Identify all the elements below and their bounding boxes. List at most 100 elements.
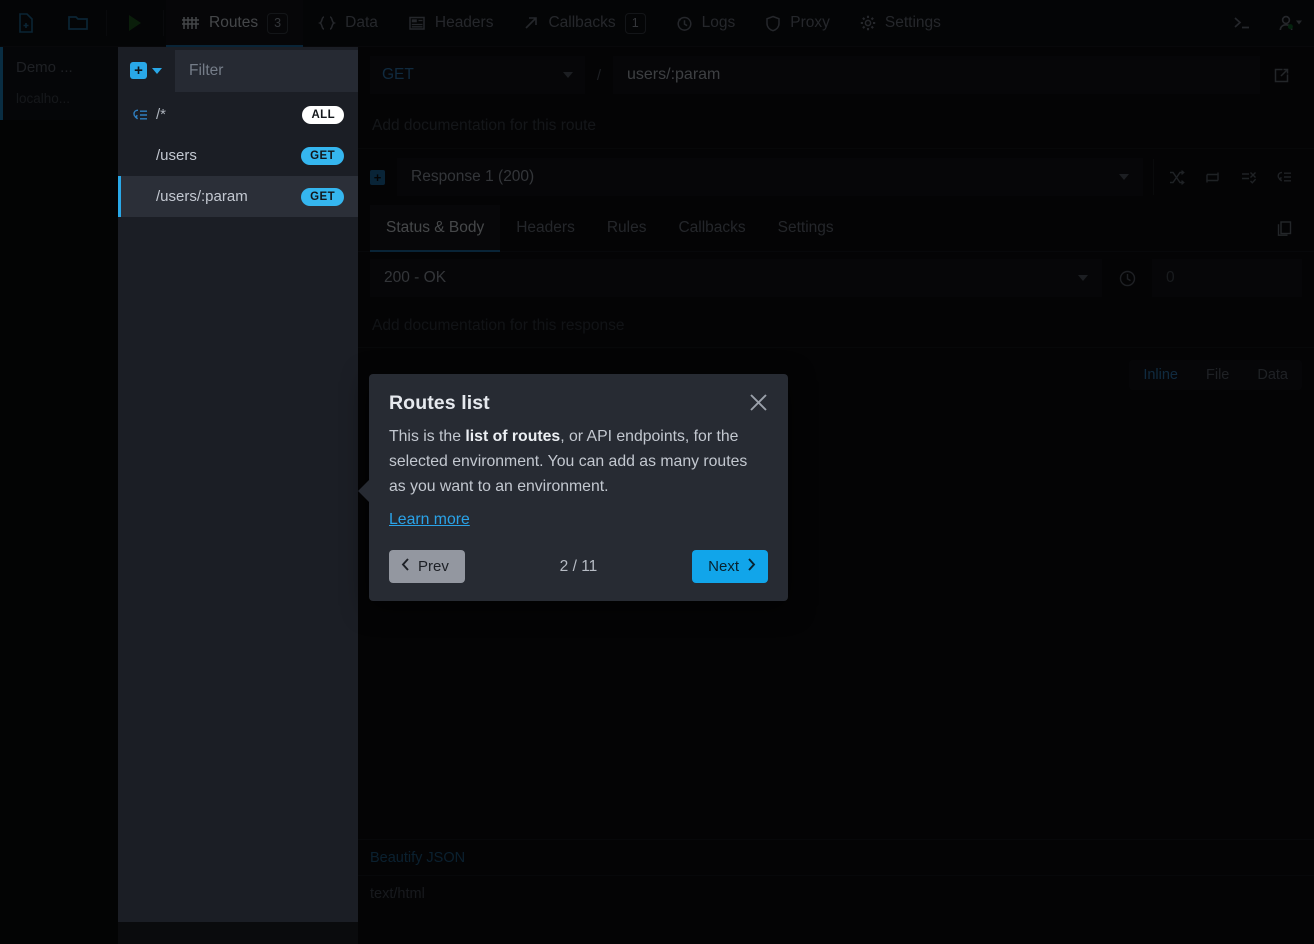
subtab-label: Callbacks bbox=[678, 219, 745, 237]
route-documentation-input[interactable]: Add documentation for this route bbox=[358, 103, 1314, 149]
subtab-status-body[interactable]: Status & Body bbox=[370, 205, 500, 252]
route-method-badge: GET bbox=[301, 188, 344, 206]
response-tools bbox=[1153, 159, 1302, 195]
tab-logs[interactable]: Logs bbox=[661, 0, 751, 47]
tour-title: Routes list bbox=[389, 392, 768, 415]
subtab-settings[interactable]: Settings bbox=[762, 205, 850, 252]
settings-icon bbox=[860, 15, 876, 31]
beautify-json-button[interactable]: Beautify JSON bbox=[358, 839, 1314, 875]
route-item-wildcard[interactable]: /* ALL bbox=[118, 94, 358, 135]
routes-filter-input[interactable]: Filter bbox=[175, 50, 358, 92]
route-method-badge: GET bbox=[301, 147, 344, 165]
route-item-label: /* bbox=[156, 106, 302, 123]
chevron-right-icon bbox=[747, 558, 756, 575]
tour-body: This is the list of routes, or API endpo… bbox=[389, 424, 768, 499]
databuckets-icon bbox=[318, 15, 336, 31]
tab-headers[interactable]: Headers bbox=[393, 0, 509, 47]
response-subtabs: Status & Body Headers Rules Callbacks Se… bbox=[358, 205, 1314, 252]
tour-prev-button[interactable]: Prev bbox=[389, 550, 465, 583]
route-method-badge: ALL bbox=[302, 106, 344, 124]
tour-prev-label: Prev bbox=[418, 558, 449, 575]
routes-toolbar: Filter bbox=[118, 47, 358, 94]
tab-routes[interactable]: Routes 3 bbox=[166, 0, 303, 47]
environment-host: localho... bbox=[16, 88, 106, 110]
status-code-select[interactable]: 200 - OK bbox=[370, 259, 1102, 297]
mime-type-row: text/html bbox=[358, 875, 1314, 911]
headers-icon bbox=[408, 15, 426, 31]
tab-data[interactable]: Data bbox=[303, 0, 393, 47]
toolbar-divider bbox=[106, 10, 107, 36]
tab-routes-label: Routes bbox=[209, 14, 258, 32]
routes-filter-placeholder: Filter bbox=[189, 62, 223, 80]
new-environment-icon[interactable] bbox=[0, 0, 52, 47]
tab-settings[interactable]: Settings bbox=[845, 0, 956, 47]
body-mode-inline[interactable]: Inline bbox=[1129, 360, 1192, 390]
close-icon[interactable] bbox=[744, 388, 772, 416]
path-prefix: / bbox=[585, 67, 613, 84]
subtab-headers[interactable]: Headers bbox=[500, 205, 591, 252]
response-documentation-input[interactable]: Add documentation for this response bbox=[358, 304, 1314, 348]
route-item-users-param[interactable]: /users/:param GET bbox=[118, 176, 358, 217]
route-path-input[interactable]: users/:param bbox=[613, 56, 1260, 94]
body-mode-data[interactable]: Data bbox=[1243, 360, 1302, 390]
chevron-down-icon bbox=[1078, 275, 1088, 281]
tour-next-button[interactable]: Next bbox=[692, 550, 768, 583]
subtab-callbacks[interactable]: Callbacks bbox=[662, 205, 761, 252]
top-toolbar: Routes 3 Data Headers Callbacks 1 bbox=[0, 0, 1314, 47]
latency-input[interactable]: 0 bbox=[1152, 259, 1302, 297]
open-in-browser-icon[interactable] bbox=[1260, 67, 1302, 84]
chevron-down-icon bbox=[152, 68, 162, 74]
tab-callbacks-badge: 1 bbox=[625, 13, 646, 34]
crud-route-icon bbox=[132, 108, 156, 122]
tab-settings-label: Settings bbox=[885, 14, 941, 32]
tour-learn-more-link[interactable]: Learn more bbox=[389, 511, 470, 529]
duplicate-icon[interactable] bbox=[1266, 210, 1302, 246]
tab-logs-label: Logs bbox=[702, 14, 736, 32]
fallback-response-icon[interactable] bbox=[1266, 159, 1302, 195]
footer-strip bbox=[358, 911, 1314, 944]
proxy-icon bbox=[765, 15, 781, 32]
route-documentation-placeholder: Add documentation for this route bbox=[372, 117, 596, 135]
environment-item[interactable]: Demo ... localho... bbox=[0, 47, 118, 120]
route-item-label: /users bbox=[156, 147, 301, 164]
response-select[interactable]: Response 1 (200) bbox=[397, 158, 1143, 196]
tab-callbacks[interactable]: Callbacks 1 bbox=[508, 0, 660, 47]
route-method-value: GET bbox=[382, 66, 414, 84]
terminal-icon[interactable] bbox=[1218, 0, 1266, 47]
latency-value: 0 bbox=[1166, 269, 1175, 287]
subtab-label: Status & Body bbox=[386, 219, 484, 237]
callbacks-icon bbox=[523, 15, 539, 31]
tour-body-part1: This is the bbox=[389, 428, 465, 445]
toolbar-divider bbox=[163, 10, 164, 36]
sequential-response-icon[interactable] bbox=[1194, 159, 1230, 195]
tour-next-label: Next bbox=[708, 558, 739, 575]
tab-callbacks-label: Callbacks bbox=[548, 14, 615, 32]
subtab-label: Rules bbox=[607, 219, 647, 237]
response-header: Response 1 (200) bbox=[358, 149, 1314, 205]
tour-body-bold: list of routes bbox=[465, 428, 560, 445]
disable-rules-icon[interactable] bbox=[1230, 159, 1266, 195]
tour-navigation-row: Prev 2 / 11 Next bbox=[389, 550, 768, 583]
open-environment-icon[interactable] bbox=[52, 0, 104, 47]
route-header: GET / users/:param bbox=[358, 47, 1314, 103]
body-mode-switch: Inline File Data bbox=[1129, 360, 1302, 390]
subtab-rules[interactable]: Rules bbox=[591, 205, 663, 252]
random-response-icon[interactable] bbox=[1158, 159, 1194, 195]
tab-proxy[interactable]: Proxy bbox=[750, 0, 845, 47]
chevron-left-icon bbox=[401, 558, 410, 575]
add-response-button[interactable] bbox=[370, 170, 385, 185]
response-select-value: Response 1 (200) bbox=[411, 168, 534, 186]
tab-routes-badge: 3 bbox=[267, 13, 288, 34]
start-server-icon[interactable] bbox=[109, 0, 161, 47]
account-icon[interactable] bbox=[1266, 0, 1314, 47]
add-route-button[interactable] bbox=[126, 58, 166, 83]
route-item-users[interactable]: /users GET bbox=[118, 135, 358, 176]
tour-popover: Routes list This is the list of routes, … bbox=[369, 374, 788, 601]
tab-headers-label: Headers bbox=[435, 14, 494, 32]
routes-icon bbox=[181, 15, 200, 31]
plus-icon bbox=[130, 62, 147, 79]
tour-navigation: Prev 2 / 11 Next bbox=[389, 550, 768, 583]
response-documentation-placeholder: Add documentation for this response bbox=[372, 317, 624, 335]
body-mode-file[interactable]: File bbox=[1192, 360, 1243, 390]
route-method-select[interactable]: GET bbox=[370, 56, 585, 94]
